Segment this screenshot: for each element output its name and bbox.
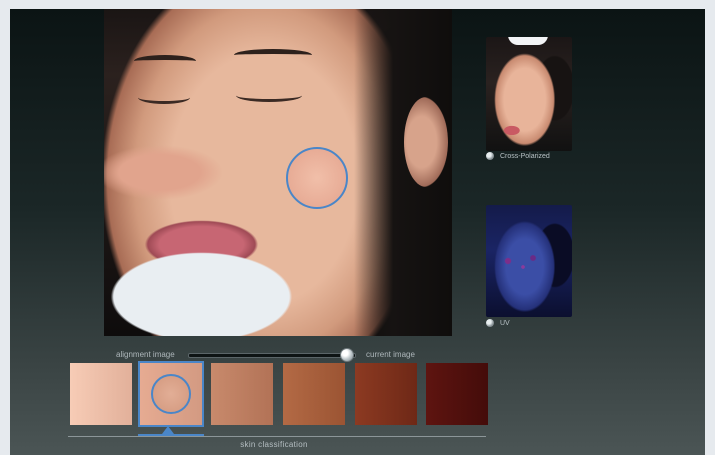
slider-track[interactable] <box>188 353 356 358</box>
image-blend-slider: alignment image current image <box>110 348 430 362</box>
radio-icon[interactable] <box>486 319 494 327</box>
skin-tone-swatch-2[interactable] <box>138 361 204 427</box>
left-eyebrow <box>134 55 196 67</box>
skin-tone-swatch-5[interactable] <box>355 363 417 425</box>
uv-label: UV <box>500 319 510 327</box>
current-image-label: current image <box>366 350 415 359</box>
radio-icon[interactable] <box>486 152 494 160</box>
right-eyebrow <box>234 49 312 61</box>
selection-pointer-icon <box>162 426 174 434</box>
sample-circle <box>151 374 191 414</box>
left-eye <box>138 91 190 104</box>
right-eye <box>236 89 302 102</box>
analysis-region-circle[interactable] <box>286 147 348 209</box>
skin-tone-swatch-4[interactable] <box>283 363 345 425</box>
uv-spots <box>498 249 548 279</box>
slider-handle[interactable] <box>339 348 354 362</box>
divider <box>68 436 486 437</box>
ear <box>404 97 448 187</box>
skin-analysis-window: Cross-Polarized UV alignment image curre… <box>10 9 705 455</box>
uv-thumbnail[interactable] <box>486 205 572 317</box>
skin-tone-swatch-6[interactable] <box>426 363 488 425</box>
skin-tone-swatch-1[interactable] <box>70 363 132 425</box>
cross-polarized-thumbnail[interactable] <box>486 37 572 151</box>
cross-polarized-label: Cross-Polarized <box>500 152 550 160</box>
skin-classification-label: skin classification <box>240 440 308 449</box>
headband <box>508 37 548 45</box>
face-photo <box>104 9 452 336</box>
skin-tone-swatch-3[interactable] <box>211 363 273 425</box>
cross-polarized-option[interactable]: Cross-Polarized <box>486 152 550 160</box>
alignment-image-label: alignment image <box>116 350 175 359</box>
uv-option[interactable]: UV <box>486 319 510 327</box>
